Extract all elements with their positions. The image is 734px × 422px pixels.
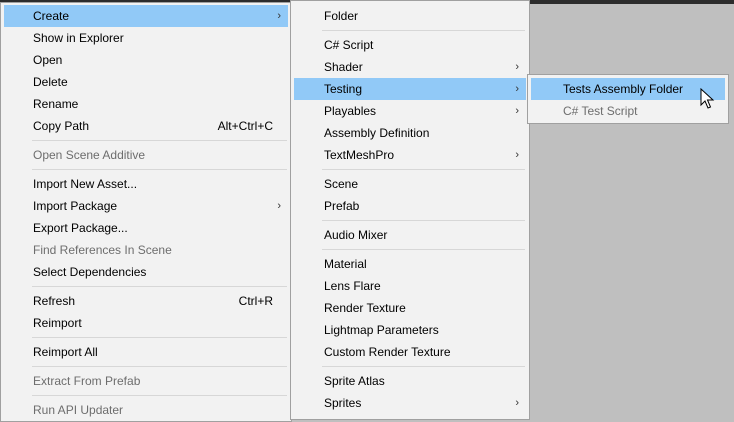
menu-item-label: Assembly Definition xyxy=(324,126,430,140)
menu-item-audio-mixer[interactable]: Audio Mixer xyxy=(294,224,526,246)
menu-item-csharp-script[interactable]: C# Script xyxy=(294,34,526,56)
menu-item-textmeshpro[interactable]: TextMeshPro › xyxy=(294,144,526,166)
menu-item-rename[interactable]: Rename xyxy=(4,93,288,115)
menu-item-csharp-test-script[interactable]: C# Test Script xyxy=(531,100,725,122)
menu-item-label: Refresh xyxy=(33,294,76,308)
menu-item-run-api-updater[interactable]: Run API Updater xyxy=(4,399,288,421)
menu-item-import-package[interactable]: Import Package › xyxy=(4,195,288,217)
menu-item-label: Scene xyxy=(324,177,359,191)
menu-item-label: Lightmap Parameters xyxy=(324,323,439,337)
menu-item-shortcut: Alt+Ctrl+C xyxy=(217,119,273,133)
menu-separator xyxy=(322,249,525,250)
menu-item-scene[interactable]: Scene xyxy=(294,173,526,195)
menu-item-label: Rename xyxy=(33,97,79,111)
menu-item-render-texture[interactable]: Render Texture xyxy=(294,297,526,319)
menu-item-sprite-atlas[interactable]: Sprite Atlas xyxy=(294,370,526,392)
menu-item-tests-assembly-folder[interactable]: Tests Assembly Folder xyxy=(531,78,725,100)
testing-submenu: Tests Assembly Folder C# Test Script xyxy=(527,74,729,124)
menu-item-folder[interactable]: Folder xyxy=(294,5,526,27)
menu-separator xyxy=(32,169,287,170)
menu-separator xyxy=(322,366,525,367)
menu-item-label: Copy Path xyxy=(33,119,90,133)
menu-item-lens-flare[interactable]: Lens Flare xyxy=(294,275,526,297)
menu-item-label: C# Script xyxy=(324,38,374,52)
menu-item-sprites[interactable]: Sprites › xyxy=(294,392,526,414)
menu-item-label: Run API Updater xyxy=(33,403,124,417)
menu-item-delete[interactable]: Delete xyxy=(4,71,288,93)
menu-item-label: Playables xyxy=(324,104,377,118)
menu-item-testing[interactable]: Testing › xyxy=(294,78,526,100)
chevron-right-icon: › xyxy=(515,397,519,409)
chevron-right-icon: › xyxy=(515,149,519,161)
menu-item-label: Tests Assembly Folder xyxy=(563,82,684,96)
menu-item-label: Reimport xyxy=(33,316,82,330)
menu-item-prefab[interactable]: Prefab xyxy=(294,195,526,217)
menu-item-label: Select Dependencies xyxy=(33,265,147,279)
menu-separator xyxy=(32,286,287,287)
menu-item-export-package[interactable]: Export Package... xyxy=(4,217,288,239)
menu-item-lightmap-parameters[interactable]: Lightmap Parameters xyxy=(294,319,526,341)
mouse-cursor-icon xyxy=(700,88,715,109)
menu-item-select-dependencies[interactable]: Select Dependencies xyxy=(4,261,288,283)
chevron-right-icon: › xyxy=(515,83,519,95)
menu-item-label: Testing xyxy=(324,82,363,96)
menu-item-label: Sprite Atlas xyxy=(324,374,385,388)
menu-item-label: Reimport All xyxy=(33,345,98,359)
menu-separator xyxy=(32,337,287,338)
menu-item-custom-render-texture[interactable]: Custom Render Texture xyxy=(294,341,526,363)
menu-item-find-references[interactable]: Find References In Scene xyxy=(4,239,288,261)
menu-item-shader[interactable]: Shader › xyxy=(294,56,526,78)
chevron-right-icon: › xyxy=(515,61,519,73)
menu-item-label: Export Package... xyxy=(33,221,128,235)
menu-item-label: Lens Flare xyxy=(324,279,381,293)
menu-separator xyxy=(322,169,525,170)
menu-separator xyxy=(32,366,287,367)
chevron-right-icon: › xyxy=(277,10,281,22)
chevron-right-icon: › xyxy=(277,200,281,212)
menu-item-refresh[interactable]: Refresh Ctrl+R xyxy=(4,290,288,312)
menu-item-assembly-definition[interactable]: Assembly Definition xyxy=(294,122,526,144)
menu-item-reimport-all[interactable]: Reimport All xyxy=(4,341,288,363)
chevron-right-icon: › xyxy=(515,105,519,117)
menu-item-playables[interactable]: Playables › xyxy=(294,100,526,122)
menu-item-label: Delete xyxy=(33,75,68,89)
menu-item-label: Import New Asset... xyxy=(33,177,138,191)
menu-item-label: Render Texture xyxy=(324,301,406,315)
menu-item-show-in-explorer[interactable]: Show in Explorer xyxy=(4,27,288,49)
menu-separator xyxy=(32,395,287,396)
menu-item-label: Custom Render Texture xyxy=(324,345,451,359)
menu-item-label: Folder xyxy=(324,9,359,23)
menu-item-label: Extract From Prefab xyxy=(33,374,141,388)
menu-item-open-scene-additive[interactable]: Open Scene Additive xyxy=(4,144,288,166)
menu-separator xyxy=(322,30,525,31)
menu-item-label: Open xyxy=(33,53,63,67)
menu-item-material[interactable]: Material xyxy=(294,253,526,275)
menu-item-shortcut: Ctrl+R xyxy=(238,294,273,308)
menu-item-label: C# Test Script xyxy=(563,104,638,118)
menu-item-reimport[interactable]: Reimport xyxy=(4,312,288,334)
context-menu: Create › Show in Explorer Open Delete Re… xyxy=(0,2,292,422)
menu-separator xyxy=(322,220,525,221)
menu-item-create[interactable]: Create › xyxy=(4,5,288,27)
menu-item-open[interactable]: Open xyxy=(4,49,288,71)
menu-separator xyxy=(32,140,287,141)
menu-item-label: TextMeshPro xyxy=(324,148,395,162)
menu-item-label: Open Scene Additive xyxy=(33,148,146,162)
create-submenu: Folder C# Script Shader › Testing › Play… xyxy=(290,0,530,420)
menu-item-label: Import Package xyxy=(33,199,118,213)
menu-item-label: Audio Mixer xyxy=(324,228,388,242)
menu-item-label: Material xyxy=(324,257,367,271)
menu-item-label: Show in Explorer xyxy=(33,31,124,45)
menu-item-extract-from-prefab[interactable]: Extract From Prefab xyxy=(4,370,288,392)
menu-item-copy-path[interactable]: Copy Path Alt+Ctrl+C xyxy=(4,115,288,137)
menu-item-import-new-asset[interactable]: Import New Asset... xyxy=(4,173,288,195)
menu-item-label: Find References In Scene xyxy=(33,243,172,257)
menu-item-label: Shader xyxy=(324,60,363,74)
menu-item-label: Prefab xyxy=(324,199,360,213)
menu-item-label: Create xyxy=(33,9,70,23)
menu-item-label: Sprites xyxy=(324,396,362,410)
